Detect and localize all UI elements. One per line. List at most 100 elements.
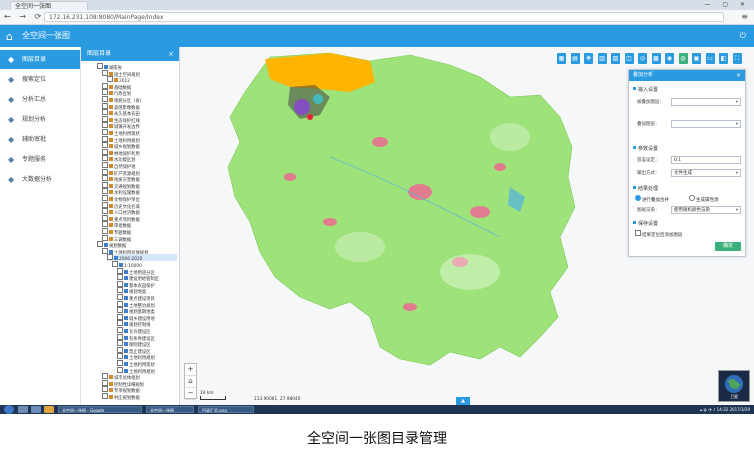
nav-item[interactable]: ◆ 图层目录 (0, 50, 80, 69)
area-icon[interactable]: ◫ (624, 53, 634, 64)
tree-node-checkbox[interactable] (97, 241, 103, 248)
tree-node-checkbox[interactable] (102, 188, 108, 195)
zoom-in-button[interactable]: + (185, 364, 196, 376)
result-style-select[interactable]: 使用随机颜色渲染 ▾ (671, 206, 741, 214)
globe-icon[interactable]: ◉ (665, 53, 674, 64)
confirm-button[interactable]: 确定 (715, 242, 741, 251)
panel-close-icon[interactable]: × (736, 70, 741, 81)
overlay-layer-select[interactable]: ▾ (671, 120, 741, 128)
tree-node-checkbox[interactable] (117, 360, 123, 366)
tree-node-checkbox[interactable] (117, 327, 123, 333)
tree-node-checkbox[interactable] (102, 69, 108, 76)
url-field[interactable]: 172.16.231.108:8080/MainPage/Index (44, 12, 724, 22)
tree-node-checkbox[interactable] (117, 287, 123, 294)
tree-node-checkbox[interactable] (102, 379, 108, 386)
window-controls[interactable]: — ▢ ✕ (704, 1, 750, 8)
tree-node-checkbox[interactable] (117, 274, 123, 281)
tree-node-checkbox[interactable] (102, 82, 108, 89)
tree-node-checkbox[interactable] (117, 333, 123, 340)
tree-node-checkbox[interactable] (117, 280, 123, 287)
nav-item[interactable]: ◆ 大数据分析 (0, 170, 80, 189)
tree-node-checkbox[interactable] (107, 254, 113, 261)
user-icon[interactable]: ⏻ (740, 31, 746, 41)
nav-item[interactable]: ◆ 专题服务 (0, 150, 80, 169)
fullscreen-icon[interactable]: ⛶ (732, 53, 742, 64)
tolerance-input[interactable]: 0.1 (671, 156, 741, 164)
print-icon[interactable]: ▥ (597, 53, 607, 64)
tree-node-checkbox[interactable] (117, 267, 123, 274)
tree-node-checkbox[interactable] (102, 102, 108, 109)
tree-node-checkbox[interactable] (102, 89, 108, 96)
browser-menu-icon[interactable]: ≡ (741, 12, 748, 21)
magnify-icon[interactable]: ◎ (638, 53, 647, 64)
keep-radio[interactable]: 生成属性源 (689, 195, 719, 203)
tree-node-checkbox[interactable] (102, 214, 108, 221)
tree-node-checkbox[interactable] (117, 346, 123, 353)
tree-node-checkbox[interactable] (102, 155, 108, 162)
analysis-tool-icon[interactable]: ◍ (678, 53, 688, 64)
select-icon[interactable]: ▩ (651, 53, 661, 64)
tree-node-checkbox[interactable] (102, 201, 108, 208)
bottom-panel-toggle[interactable]: ▲ (456, 397, 470, 405)
nav-item[interactable]: ◆ 规划分析 (0, 110, 80, 129)
tree-node-checkbox[interactable] (102, 175, 108, 182)
output-format-select[interactable]: 文件生成 ▾ (671, 169, 741, 177)
nav-item[interactable]: ◆ 搜索定位 (0, 70, 80, 89)
browser-nav-icons[interactable]: ← → ⟳ (4, 12, 44, 21)
tree-node-checkbox[interactable] (107, 76, 113, 83)
overview-map[interactable]: 卫星 (718, 370, 750, 402)
clear-icon[interactable]: ▣ (692, 53, 701, 64)
browser-tab[interactable]: 全空间一张图 (10, 1, 88, 10)
tree-node-checkbox[interactable] (117, 307, 123, 314)
tree-node-checkbox[interactable] (102, 393, 108, 399)
measure-icon[interactable]: ▧ (611, 53, 620, 64)
zoom-out-button[interactable]: − (185, 388, 196, 400)
taskbar-app-button[interactable]: 全空间一张图 - Google (58, 406, 142, 413)
start-button[interactable] (4, 405, 14, 414)
tree-node-checkbox[interactable] (102, 135, 108, 142)
tree-node-checkbox[interactable] (117, 313, 123, 320)
tree-node-checkbox[interactable] (102, 221, 108, 228)
tree-node-checkbox[interactable] (117, 366, 123, 373)
tree-node-checkbox[interactable] (112, 261, 118, 267)
clock[interactable]: 14:32 (717, 407, 729, 412)
taskbar-app-button[interactable]: 全空间一张图 (146, 406, 194, 413)
tree-node-checkbox[interactable] (102, 181, 108, 188)
grid-icon[interactable]: ▦ (557, 53, 566, 64)
date[interactable]: 2017/3/29 (729, 407, 750, 412)
zoom-home-button[interactable]: ⌂ (185, 376, 196, 388)
media-icon[interactable] (31, 406, 41, 413)
tray-icons[interactable]: ▴ ◍ ◔ ♪ (700, 407, 717, 412)
layers-tool-icon[interactable]: ▤ (570, 53, 580, 64)
tree-node-checkbox[interactable] (117, 300, 123, 307)
tree-node-checkbox[interactable] (102, 195, 108, 201)
tree-node-checkbox[interactable] (117, 320, 123, 327)
save-checkbox[interactable]: 结果定位后添加图层 (635, 230, 683, 238)
tree-node-checkbox[interactable] (117, 294, 123, 300)
tree-node-checkbox[interactable] (102, 373, 108, 380)
tree-node-checkbox[interactable] (102, 115, 108, 122)
tree-node-checkbox[interactable] (102, 162, 108, 168)
tree-node-checkbox[interactable] (102, 148, 108, 155)
tree-node-checkbox[interactable] (117, 353, 123, 360)
tree-node-checkbox[interactable] (102, 168, 108, 175)
explorer-icon[interactable] (18, 406, 28, 413)
tree-node-checkbox[interactable] (102, 234, 108, 241)
tree-node-checkbox[interactable] (102, 129, 108, 135)
tree-node-checkbox[interactable] (102, 122, 108, 129)
tree-node-checkbox[interactable] (102, 96, 108, 102)
tree-node-checkbox[interactable] (97, 63, 103, 69)
split-icon[interactable]: ◧ (719, 53, 728, 64)
merge-radio[interactable]: 进行叠加合并 (635, 195, 669, 203)
taskbar-app-button[interactable]: 目录汇总.png (198, 406, 254, 413)
tree-node-checkbox[interactable] (102, 142, 108, 149)
tree-node-checkbox[interactable] (102, 228, 108, 234)
tree-node-checkbox[interactable] (102, 109, 108, 116)
tree-node-checkbox[interactable] (117, 340, 123, 347)
tree-node-checkbox[interactable] (102, 386, 108, 393)
tree-node-checkbox[interactable] (102, 208, 108, 215)
pan-icon[interactable]: ✥ (584, 53, 593, 64)
swipe-icon[interactable]: ▭ (705, 53, 715, 64)
tree-node-checkbox[interactable] (102, 247, 108, 254)
folder-icon[interactable] (44, 406, 54, 413)
